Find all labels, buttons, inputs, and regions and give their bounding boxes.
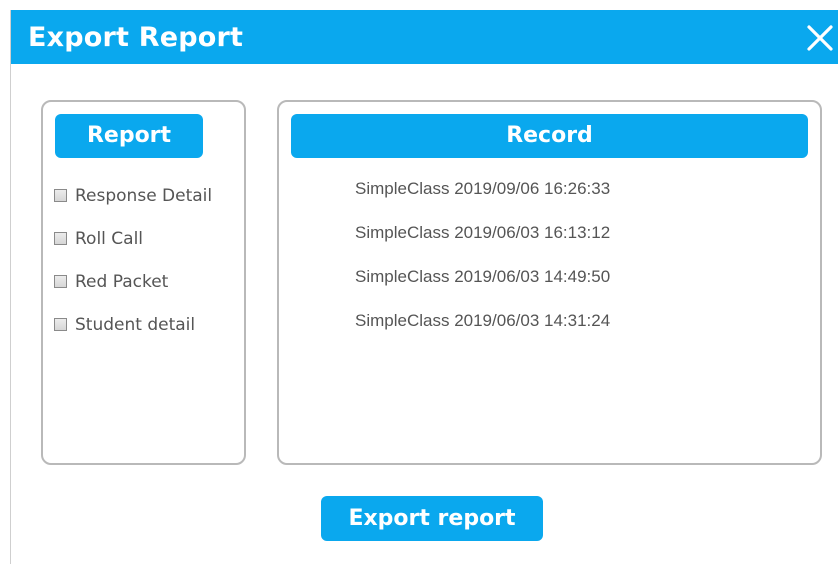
record-item[interactable]: SimpleClass 2019/06/03 16:13:12 <box>355 220 610 264</box>
title-bar: Export Report <box>11 10 838 64</box>
report-option-label: Red Packet <box>75 271 169 292</box>
checkbox[interactable] <box>54 275 67 288</box>
record-item[interactable]: SimpleClass 2019/06/03 14:31:24 <box>355 308 610 352</box>
report-option-label: Student detail <box>75 314 196 335</box>
report-option-student-detail[interactable]: Student detail <box>54 303 212 346</box>
report-options-list: Response Detail Roll Call Red Packet Stu… <box>54 174 212 346</box>
report-option-label: Roll Call <box>75 228 144 249</box>
report-option-roll-call[interactable]: Roll Call <box>54 217 212 260</box>
report-panel: Report Response Detail Roll Call Red Pac… <box>41 100 246 465</box>
report-option-red-packet[interactable]: Red Packet <box>54 260 212 303</box>
export-report-button[interactable]: Export report <box>321 496 543 541</box>
record-item[interactable]: SimpleClass 2019/06/03 14:49:50 <box>355 264 610 308</box>
record-item[interactable]: SimpleClass 2019/09/06 16:26:33 <box>355 176 610 220</box>
record-header-button[interactable]: Record <box>291 114 808 158</box>
export-report-dialog: Export Report Report Response Detail Rol… <box>10 10 838 564</box>
record-list: SimpleClass 2019/09/06 16:26:33 SimpleCl… <box>355 176 610 352</box>
checkbox[interactable] <box>54 318 67 331</box>
checkbox[interactable] <box>54 189 67 202</box>
dialog-title: Export Report <box>28 22 244 53</box>
close-icon <box>807 25 833 51</box>
report-option-label: Response Detail <box>75 185 213 206</box>
close-button[interactable] <box>802 20 838 56</box>
checkbox[interactable] <box>54 232 67 245</box>
record-panel: Record SimpleClass 2019/09/06 16:26:33 S… <box>277 100 822 465</box>
report-option-response-detail[interactable]: Response Detail <box>54 174 212 217</box>
report-header-button[interactable]: Report <box>55 114 203 158</box>
